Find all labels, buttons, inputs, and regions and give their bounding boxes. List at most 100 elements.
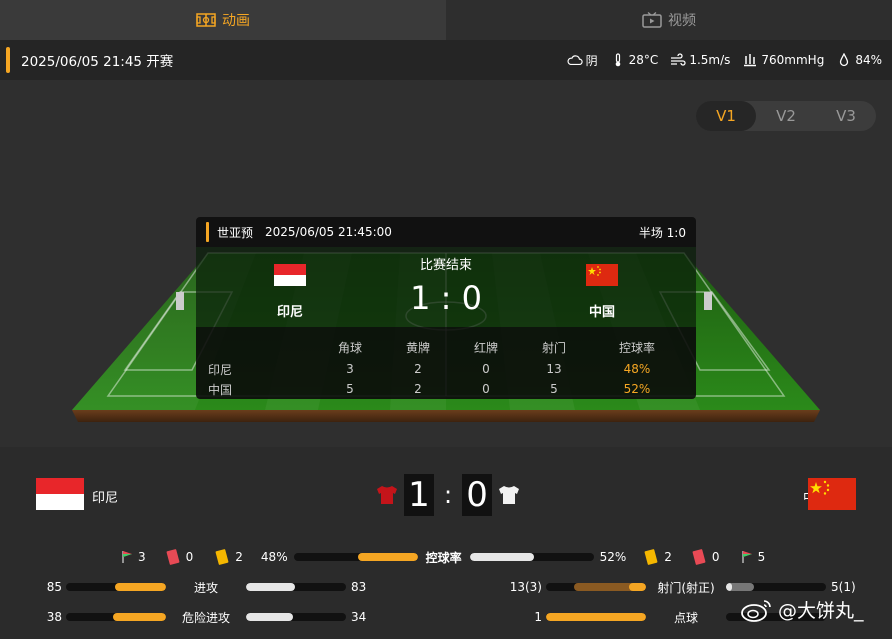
china-flag-icon	[586, 264, 618, 286]
pitch-icon	[196, 13, 216, 27]
tab-animation-label: 动画	[222, 13, 250, 29]
wind-icon	[671, 53, 686, 66]
cell-red: 0	[482, 382, 490, 396]
away-possession-bar	[469, 553, 594, 561]
tab-animation[interactable]: 动画	[0, 0, 446, 40]
stat-away-on-target-fill	[726, 583, 732, 591]
possession-row: 3 0 2 48% 控球率 52% 2 0 5	[120, 548, 780, 566]
cell-yellow: 2	[414, 382, 422, 396]
match-info-bar: 2025/06/05 21:45 开赛 阴 28°C 1.5m/s 760mmH…	[0, 40, 892, 80]
possession-label: 控球率	[425, 550, 462, 565]
col-yellow: 黄牌	[405, 340, 430, 355]
tab-video-label: 视频	[668, 13, 696, 29]
home-possession-bar	[293, 553, 418, 561]
china-flag-icon	[808, 478, 856, 510]
stat-away-value: 34	[351, 610, 367, 624]
cell-possession: 52%	[623, 382, 651, 396]
wind-text: 1.5m/s	[689, 53, 731, 67]
cell-yellow: 2	[414, 362, 422, 376]
row-team: 印尼	[208, 362, 233, 377]
stat-away-value: 5(1)	[831, 580, 856, 594]
row-team: 中国	[208, 382, 233, 397]
weather-text: 阴	[585, 53, 598, 68]
final-score: 1 : 0	[376, 474, 520, 516]
stat-home-bar	[66, 613, 166, 621]
watermark-text: @大饼丸_	[778, 600, 864, 622]
away-yellow-cards: 2	[664, 550, 672, 564]
cell-possession: 48%	[623, 362, 651, 376]
stat-home-value: 1	[534, 610, 542, 624]
away-red-cards: 0	[711, 550, 720, 564]
stat-home-value: 85	[46, 580, 62, 594]
yellow-card-icon	[644, 548, 658, 566]
table-row: 印尼 3 2 0 13 48%	[196, 359, 696, 379]
view-tabs: 动画 视频	[0, 0, 892, 40]
version-v3[interactable]: V3	[816, 101, 876, 131]
corner-flag-icon	[741, 551, 752, 563]
accent-bar	[6, 47, 10, 73]
red-card-icon	[165, 548, 180, 566]
col-red: 红牌	[473, 340, 498, 355]
stat-label: 进攻	[193, 580, 218, 595]
droplet-icon	[840, 53, 849, 67]
cloud-icon	[567, 55, 583, 66]
cell-corners: 5	[346, 382, 354, 396]
home-team-name: 印尼	[92, 491, 119, 506]
home-jersey-icon	[377, 486, 397, 504]
version-v2[interactable]: V2	[756, 101, 816, 131]
away-score: 0	[462, 474, 493, 516]
temperature: 28°C	[610, 53, 659, 67]
table-row: 中国 5 2 0 5 52%	[196, 379, 696, 399]
tv-icon	[642, 12, 662, 28]
wind: 1.5m/s	[670, 53, 730, 67]
scoreboard-stats-table: 角球 黄牌 红牌 射门 控球率 印尼 3 2 0 13 48% 中国 5 2 0…	[196, 327, 696, 399]
home-corners: 3	[138, 550, 146, 564]
stat-row: 38 危险进攻 34	[30, 608, 380, 626]
pressure-text: 760mmHg	[761, 53, 825, 67]
tab-video[interactable]: 视频	[446, 0, 892, 40]
stat-home-value: 13(3)	[509, 580, 542, 594]
stat-home-fill	[115, 583, 166, 591]
away-possession-fill	[469, 553, 535, 561]
accent-bar	[206, 222, 209, 242]
stat-away-fill	[246, 583, 296, 591]
version-v1[interactable]: V1	[696, 101, 756, 131]
indonesia-flag-icon	[36, 478, 84, 510]
home-yellow-cards: 2	[235, 550, 243, 564]
humidity-text: 84%	[855, 53, 882, 67]
stat-home-bar	[546, 613, 646, 621]
kickoff-time: 2025/06/05 21:45 开赛	[21, 54, 174, 70]
stat-label: 危险进攻	[181, 610, 230, 625]
away-team-block: 中国	[572, 264, 632, 320]
col-possession: 控球率	[618, 340, 655, 355]
stat-home-value: 38	[46, 610, 62, 624]
league-name: 世亚预	[217, 225, 254, 240]
col-shots: 射门	[541, 340, 566, 355]
away-jersey-icon	[499, 486, 520, 504]
stat-label: 射门(射正)	[657, 580, 715, 595]
stat-row: 85 进攻 83	[30, 578, 380, 596]
home-possession: 48%	[260, 550, 288, 564]
pressure: 760mmHg	[742, 53, 824, 67]
cell-corners: 3	[346, 362, 354, 376]
stat-away-bar	[246, 583, 346, 591]
weibo-icon	[741, 599, 771, 622]
home-red-cards: 0	[185, 550, 194, 564]
home-possession-fill	[358, 553, 418, 561]
animation-area: V1 V2 V3 世亚预 2025/06/05 21:45:00 半场 1:0 …	[0, 80, 892, 447]
yellow-card-icon	[215, 548, 229, 566]
stat-away-fill	[246, 613, 294, 621]
temperature-text: 28°C	[628, 53, 659, 67]
stat-home-fill	[113, 613, 166, 621]
cell-shots: 5	[550, 382, 558, 396]
scoreboard-main: 比赛结束 印尼 1 : 0 中国	[196, 247, 696, 327]
match-datetime: 2025/06/05 21:45:00	[265, 225, 392, 239]
scoreboard-header: 世亚预 2025/06/05 21:45:00 半场 1:0	[196, 217, 696, 247]
away-corners: 5	[757, 550, 766, 564]
stat-home-on-target-fill	[629, 583, 646, 591]
corner-flag-icon	[122, 551, 132, 563]
stat-away-bar	[246, 613, 346, 621]
weibo-watermark: @大饼丸_	[740, 596, 864, 623]
stat-home-bar	[546, 583, 646, 591]
away-possession: 52%	[599, 550, 627, 564]
